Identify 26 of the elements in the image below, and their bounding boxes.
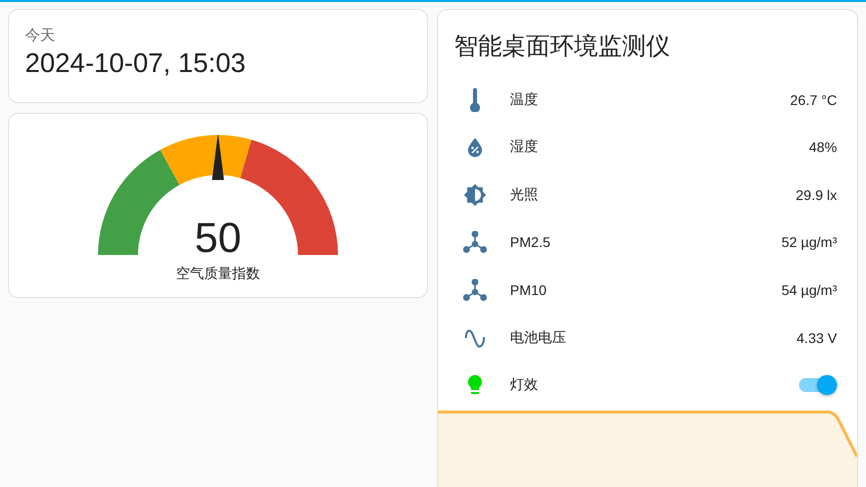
- row-value: 4.33 V: [796, 330, 837, 346]
- row-value: 29.9 lx: [796, 186, 837, 203]
- row-label: PM10: [510, 282, 548, 298]
- row-value: 26.7 °C: [790, 92, 837, 108]
- row-label: PM2.5: [510, 234, 552, 250]
- date-time: 2024-10-07, 15:03: [25, 48, 247, 79]
- water-drop-icon: [467, 137, 483, 158]
- row-label: 温度: [510, 90, 539, 109]
- card-title: 智能桌面环境监测仪: [453, 32, 671, 62]
- date-label: 今天: [25, 26, 56, 45]
- row-value: 48%: [808, 139, 837, 156]
- molecule-icon: [463, 278, 487, 301]
- toggle-switch[interactable]: [799, 378, 835, 392]
- gauge-value: 50: [194, 214, 242, 262]
- row-label: 电池电压: [510, 328, 567, 346]
- row-label: 湿度: [510, 138, 539, 156]
- gauge-label: 空气质量指数: [176, 265, 260, 283]
- sine-wave-icon: [464, 328, 486, 348]
- row-value: 52 µg/m³: [781, 234, 837, 250]
- row-label: 光照: [510, 186, 539, 204]
- lightbulb-icon: [466, 374, 484, 396]
- row-value: 54 µg/m³: [781, 282, 837, 298]
- brightness-icon: [463, 182, 487, 207]
- row-label: 灯效: [510, 376, 539, 394]
- molecule-icon: [463, 231, 487, 254]
- thermometer-icon: [469, 88, 481, 112]
